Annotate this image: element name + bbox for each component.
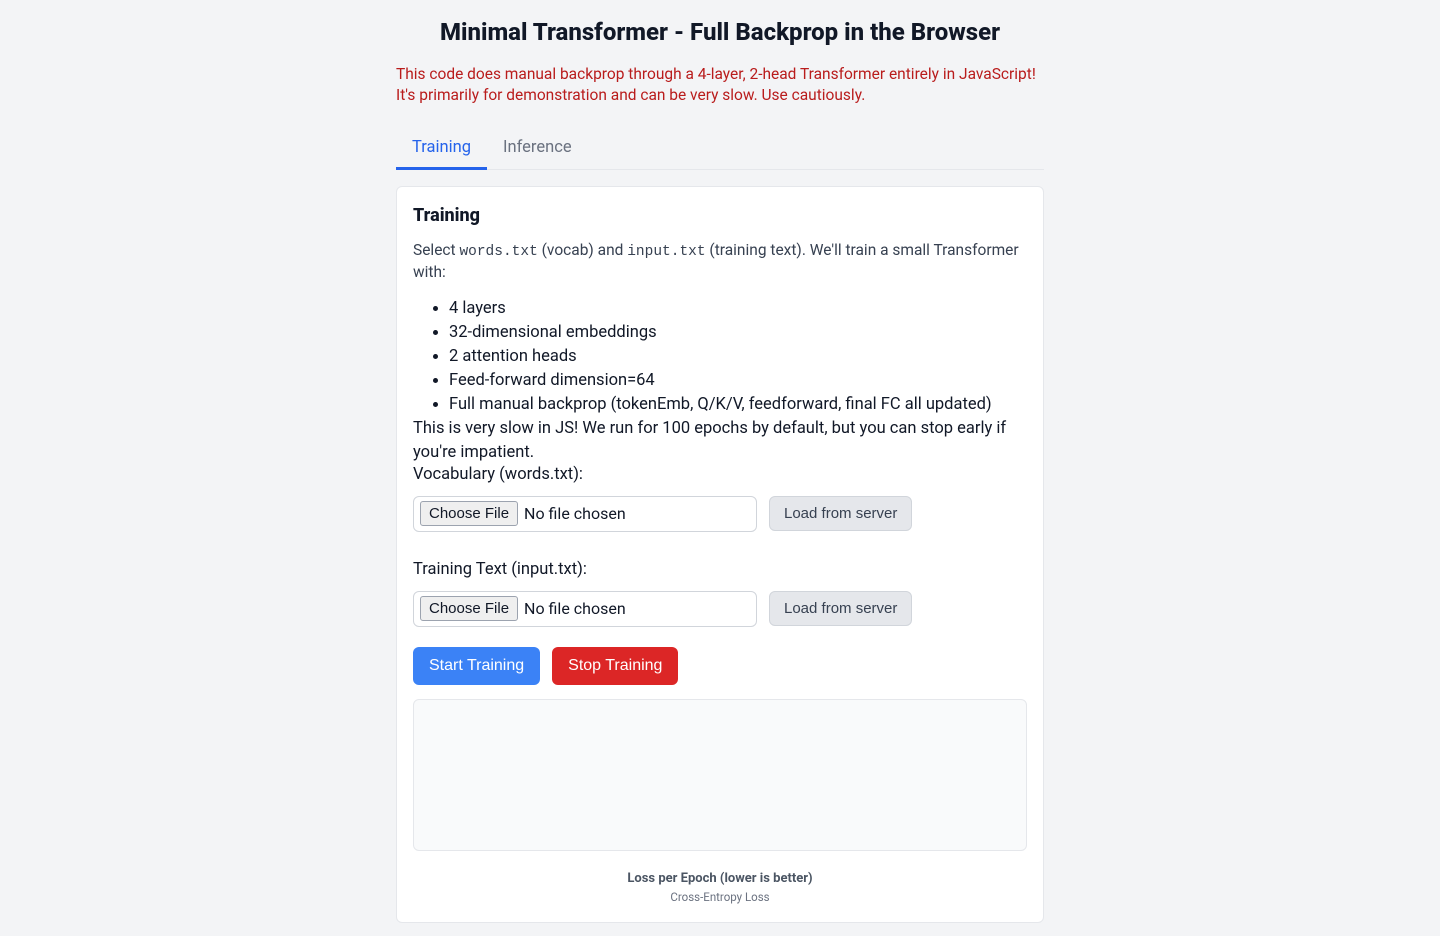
- list-item: Feed-forward dimension=64: [449, 369, 1027, 393]
- instr-text: (vocab) and: [538, 241, 627, 259]
- instr-text: Select: [413, 241, 459, 259]
- training-log: [413, 699, 1027, 851]
- text-file-input[interactable]: Choose File No file chosen: [413, 591, 757, 627]
- load-vocab-server-button[interactable]: Load from server: [769, 496, 912, 531]
- vocab-label: Vocabulary (words.txt):: [413, 465, 1027, 484]
- list-item: 2 attention heads: [449, 345, 1027, 369]
- instr-file-input: input.txt: [627, 244, 705, 260]
- no-file-text: No file chosen: [524, 504, 626, 523]
- tab-inference[interactable]: Inference: [487, 128, 588, 170]
- stop-training-button[interactable]: Stop Training: [552, 647, 678, 685]
- tab-training[interactable]: Training: [396, 128, 487, 170]
- slow-note: This is very slow in JS! We run for 100 …: [413, 417, 1027, 465]
- tab-bar: Training Inference: [396, 128, 1044, 170]
- chart-title: Loss per Epoch (lower is better): [413, 871, 1027, 886]
- spec-list: 4 layers 32-dimensional embeddings 2 att…: [413, 297, 1027, 417]
- choose-file-button[interactable]: Choose File: [420, 501, 518, 526]
- training-heading: Training: [413, 205, 1027, 226]
- list-item: 4 layers: [449, 297, 1027, 321]
- load-text-server-button[interactable]: Load from server: [769, 591, 912, 626]
- text-label: Training Text (input.txt):: [413, 560, 1027, 579]
- training-instructions: Select words.txt (vocab) and input.txt (…: [413, 240, 1027, 283]
- instr-file-words: words.txt: [459, 244, 537, 260]
- choose-file-button[interactable]: Choose File: [420, 596, 518, 621]
- chart-ylabel: Cross-Entropy Loss: [413, 890, 1027, 904]
- list-item: 32-dimensional embeddings: [449, 321, 1027, 345]
- warning-text: This code does manual backprop through a…: [396, 64, 1044, 106]
- training-panel: Training Select words.txt (vocab) and in…: [396, 186, 1044, 923]
- start-training-button[interactable]: Start Training: [413, 647, 540, 685]
- list-item: Full manual backprop (tokenEmb, Q/K/V, f…: [449, 393, 1027, 417]
- vocab-file-input[interactable]: Choose File No file chosen: [413, 496, 757, 532]
- page-title: Minimal Transformer - Full Backprop in t…: [396, 18, 1044, 46]
- no-file-text: No file chosen: [524, 599, 626, 618]
